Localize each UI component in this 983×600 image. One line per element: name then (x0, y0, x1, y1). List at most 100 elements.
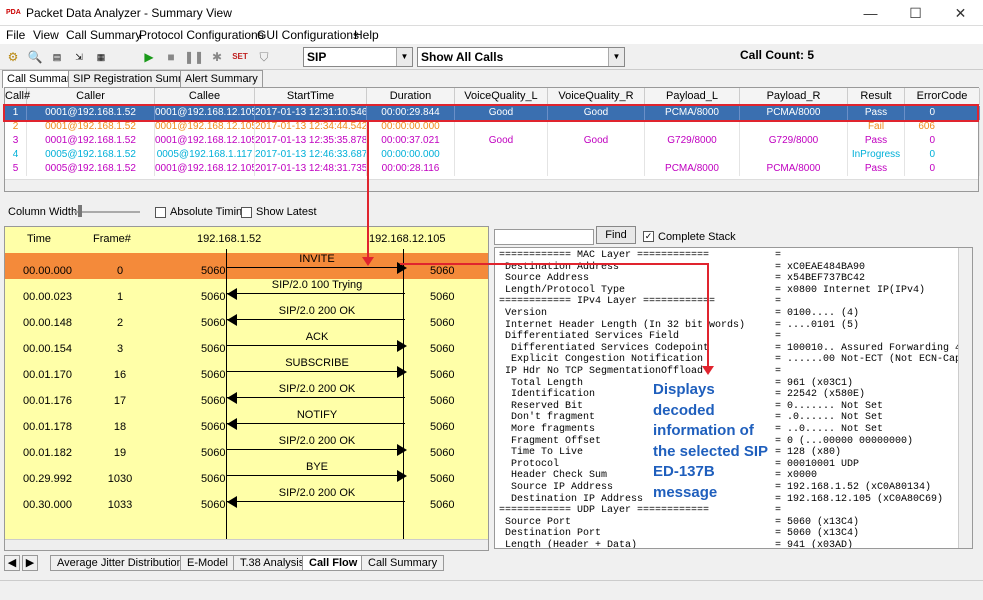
table-cell: G729/8000 (645, 134, 740, 148)
decode-field-name: ============ MAC Layer ============ (499, 250, 710, 261)
settings-icon[interactable]: ⚙ (3, 47, 23, 67)
flow-port-right: 5060 (430, 499, 455, 511)
decode-field-value: = 0100.... (4) (775, 308, 860, 319)
maximize-button[interactable]: ☐ (893, 0, 938, 26)
show-latest-checkbox[interactable] (241, 207, 252, 218)
tab-call-summary-bottom[interactable]: Call Summary (361, 555, 445, 571)
decode-scrollbar[interactable] (958, 248, 972, 548)
minimize-button[interactable]: — (848, 0, 893, 26)
column-header[interactable]: Callee (155, 88, 255, 105)
menu-protocol-configurations[interactable]: Protocol Configurations (139, 28, 264, 42)
table-cell: 00:00:37.021 (367, 134, 455, 148)
table-cell: Good (548, 134, 645, 148)
flow-scrollbar[interactable] (5, 539, 488, 550)
decode-field-name: More fragments (499, 424, 596, 435)
flow-message-row[interactable]: 00.01.178 18 5060 5060 NOTIFY (5, 409, 488, 435)
alert-icon[interactable]: ✱ (207, 47, 227, 67)
flow-port-left: 5060 (201, 447, 226, 459)
flow-time: 00.00.000 (23, 265, 72, 277)
table-row[interactable]: 5 0005@192.168.1.52 0001@192.168.12.105 201… (5, 162, 980, 176)
decode-field-value: = 192.168.1.52 (xC0A80134) (775, 482, 932, 493)
tab-alert-summary[interactable]: Alert Summary (180, 70, 263, 87)
column-header[interactable]: Payload_R (740, 88, 848, 105)
flow-message-row[interactable]: 00.01.182 19 5060 5060 SIP/2.0 200 OK (5, 435, 488, 461)
tab-e-model[interactable]: E-Model (180, 555, 235, 571)
pause-icon[interactable]: ❚❚ (183, 47, 204, 67)
column-width-slider[interactable] (74, 211, 140, 213)
decode-field-name: Reserved Bit (499, 400, 584, 412)
flow-frame: 18 (113, 421, 127, 433)
tab-t38-analysis[interactable]: T.38 Analysis (233, 555, 312, 571)
decode-field-value: = (775, 250, 782, 261)
tab-scroll-right-icon[interactable]: ▶ (22, 555, 38, 571)
column-header[interactable]: VoiceQuality_L (455, 88, 548, 105)
play-icon[interactable]: ▶ (139, 47, 159, 67)
flow-port-right: 5060 (430, 317, 455, 329)
flow-message-row[interactable]: 00.29.992 1030 5060 5060 BYE (5, 461, 488, 487)
call-filter-select[interactable]: Show All Calls ▼ (417, 47, 625, 67)
absolute-timing-checkbox[interactable] (155, 207, 166, 218)
flow-header-ip-right: 192.168.12.105 (369, 233, 446, 245)
decode-field-value: = x0000 (775, 470, 818, 482)
flow-time: 00.00.148 (23, 317, 72, 329)
menu-gui-configurations[interactable]: GUI Configurations (257, 28, 359, 42)
flow-message-row[interactable]: 00.00.154 3 5060 5060 ACK (5, 331, 488, 357)
column-header[interactable]: Duration (367, 88, 455, 105)
table-cell: 0 (905, 134, 980, 148)
column-header[interactable]: ErrorCode (905, 88, 980, 105)
table-cell: 0001@192.168.12.105 (155, 120, 255, 134)
flow-message-row[interactable]: 00.30.000 1033 5060 5060 SIP/2.0 200 OK (5, 487, 488, 513)
protocol-select[interactable]: SIP ▼ (303, 47, 413, 67)
decode-field-name: Destination IP Address (499, 493, 644, 505)
decode-field-value: = x54BEF737BC42 (775, 273, 866, 285)
menu-call-summary[interactable]: Call Summary (66, 28, 141, 42)
decode-field-value: = 941 (x03AD) (775, 540, 854, 549)
column-header[interactable]: StartTime (255, 88, 367, 105)
decode-field-value: = ....0101 (5) (775, 319, 860, 331)
column-header[interactable]: Caller (27, 88, 155, 105)
table-row[interactable]: 2 0001@192.168.1.52 0001@192.168.12.105 201… (5, 120, 980, 134)
set-icon[interactable]: SET (230, 47, 250, 67)
flow-message-row[interactable]: 00.00.023 1 5060 5060 SIP/2.0 100 Trying (5, 279, 488, 305)
flow-message-label: SIP/2.0 200 OK (278, 435, 356, 447)
close-button[interactable]: ✕ (938, 0, 983, 26)
filter-icon[interactable]: ⛉ (254, 47, 274, 67)
tab-scroll-left-icon[interactable]: ◀ (4, 555, 20, 571)
column-header[interactable]: Call# (5, 88, 30, 105)
decode-field-value: = 0....... Not Set (775, 400, 884, 412)
table-row[interactable]: 3 0001@192.168.1.52 0001@192.168.12.105 201… (5, 134, 980, 148)
complete-stack-checkbox[interactable]: ✓ (643, 231, 654, 242)
tab-call-flow[interactable]: Call Flow (302, 555, 365, 571)
flow-port-left: 5060 (201, 265, 226, 277)
flow-message-row[interactable]: 00.01.176 17 5060 5060 SIP/2.0 200 OK (5, 383, 488, 409)
flow-frame: 19 (113, 447, 127, 459)
flow-message-row[interactable]: 00.01.170 16 5060 5060 SUBSCRIBE (5, 357, 488, 383)
flow-message-row[interactable]: 00.00.148 2 5060 5060 SIP/2.0 200 OK (5, 305, 488, 331)
decode-field-name: ============ UDP Layer ============ (499, 505, 710, 517)
report-icon[interactable]: ▦ (91, 47, 111, 67)
stop-icon[interactable]: ■ (161, 47, 181, 67)
flow-port-left: 5060 (201, 369, 226, 381)
slider-handle[interactable] (78, 205, 82, 217)
decode-field-value: = (775, 296, 782, 308)
table-row[interactable]: 4 0005@192.168.1.52 0005@192.168.1.117 2017… (5, 148, 980, 162)
decode-field-name: IP Hdr No TCP SegmentationOffload (499, 366, 704, 377)
call-summary-icon[interactable]: ▤ (47, 47, 67, 67)
column-header[interactable]: VoiceQuality_R (548, 88, 645, 105)
menu-help[interactable]: Help (354, 28, 379, 42)
menu-view[interactable]: View (33, 28, 59, 42)
decode-field-value: = 5060 (x13C4) (775, 516, 860, 528)
column-header[interactable]: Result (848, 88, 905, 105)
column-header[interactable]: Payload_L (645, 88, 740, 105)
export-icon[interactable]: ⇲ (69, 47, 89, 67)
search-icon[interactable]: 🔍 (25, 47, 45, 67)
find-button[interactable]: Find (596, 226, 636, 244)
connector-line (707, 263, 709, 368)
selection-highlight-box (3, 104, 979, 122)
menu-file[interactable]: File (6, 28, 25, 42)
horizontal-scrollbar[interactable] (5, 179, 978, 191)
find-input[interactable] (494, 229, 594, 245)
tab-average-jitter-distribution[interactable]: Average Jitter Distribution (50, 555, 190, 571)
table-cell: Good (455, 134, 548, 148)
arrow-right-icon (397, 470, 407, 482)
